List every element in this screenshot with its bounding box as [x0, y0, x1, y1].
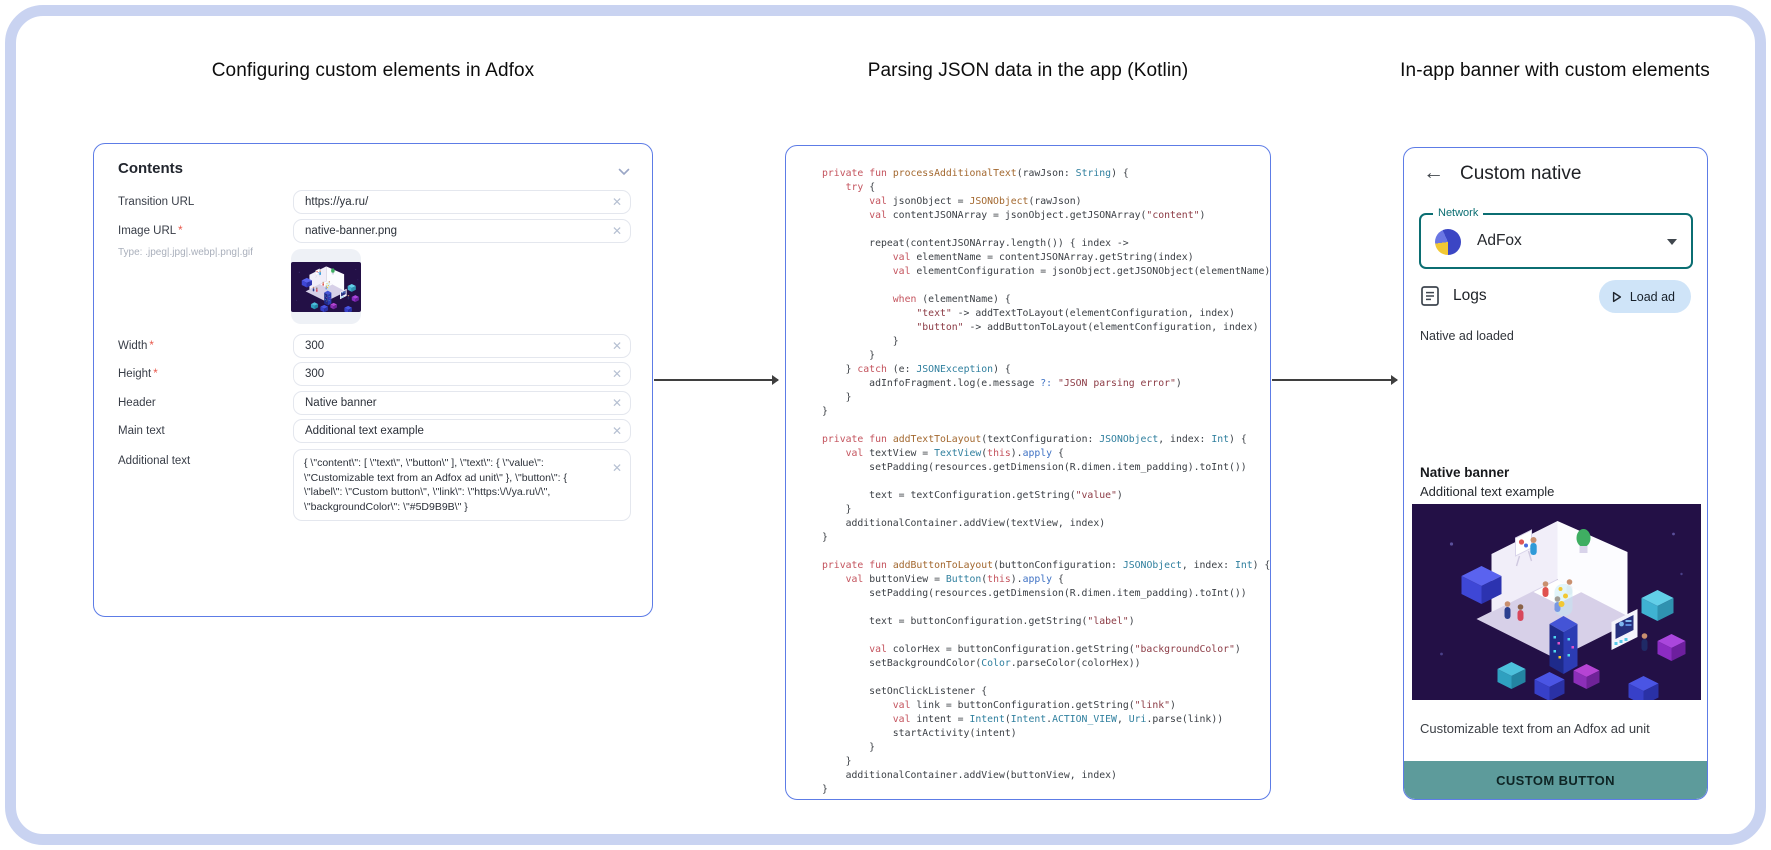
ad-header-text: Native banner — [1420, 465, 1510, 480]
clear-icon[interactable]: ✕ — [612, 340, 622, 352]
load-ad-button[interactable]: Load ad — [1598, 280, 1691, 313]
document-icon — [1421, 286, 1439, 311]
logs-section-title: Logs — [1453, 287, 1487, 304]
app-top-bar: ← Custom native — [1404, 148, 1707, 200]
additional-text-input[interactable]: { \"content\": [ \"text\", \"button\" ],… — [293, 449, 631, 521]
log-message: Native ad loaded — [1420, 329, 1514, 343]
flow-arrow-config-to-code — [654, 375, 779, 385]
network-selector[interactable]: Network AdFox — [1419, 207, 1693, 269]
width-label: Width * — [118, 340, 154, 352]
height-input[interactable]: 300 ✕ — [293, 362, 631, 386]
network-selector-label: Network — [1433, 207, 1484, 219]
image-url-label: Image URL * — [118, 225, 183, 237]
ad-additional-text: Customizable text from an Adfox ad unit — [1420, 721, 1650, 736]
ad-main-text: Additional text example — [1420, 484, 1555, 499]
clear-icon[interactable]: ✕ — [612, 225, 622, 237]
clear-icon[interactable]: ✕ — [612, 397, 622, 409]
network-selected-value: AdFox — [1477, 232, 1522, 249]
logs-row: Logs Load ad — [1404, 278, 1707, 314]
back-arrow-icon[interactable]: ← — [1423, 161, 1444, 185]
column-title-kotlin-parsing: Parsing JSON data in the app (Kotlin) — [867, 60, 1189, 81]
main-text-label: Main text — [118, 425, 165, 437]
dropdown-caret-icon[interactable] — [1667, 239, 1677, 250]
clear-icon[interactable]: ✕ — [612, 368, 622, 380]
column-title-inapp-banner: In-app banner with custom elements — [1400, 60, 1710, 81]
header-input[interactable]: Native banner ✕ — [293, 391, 631, 415]
height-label: Height * — [118, 368, 158, 380]
image-url-input[interactable]: native-banner.png ✕ — [293, 219, 631, 243]
clear-icon[interactable]: ✕ — [612, 425, 622, 437]
column-title-adfox-config: Configuring custom elements in Adfox — [211, 60, 535, 81]
flow-arrow-code-to-app — [1272, 375, 1398, 385]
kotlin-code-panel: private fun processAdditionalText(rawJso… — [785, 145, 1271, 800]
contents-section-title: Contents — [118, 160, 183, 177]
transition-url-input[interactable]: https://ya.ru/✕ — [293, 190, 631, 214]
additional-text-label: Additional text — [118, 455, 191, 467]
chevron-down-icon[interactable] — [618, 166, 630, 178]
width-input[interactable]: 300 ✕ — [293, 334, 631, 358]
image-preview-box — [291, 249, 361, 324]
adfox-logo-icon — [1435, 229, 1461, 255]
header-label: Header — [118, 397, 156, 409]
clear-icon[interactable]: ✕ — [612, 462, 622, 474]
main-text-input[interactable]: Additional text example ✕ — [293, 419, 631, 443]
adfox-config-panel: Contents Transition URL https://ya.ru/✕ … — [93, 143, 653, 617]
transition-url-label: Transition URL — [118, 196, 195, 208]
image-type-note: Type: .jpeg|.jpg|.webp|.png|.gif — [118, 247, 253, 258]
banner-illustration[interactable] — [1412, 504, 1701, 700]
app-preview-panel: ← Custom native Network AdFox Logs Load … — [1403, 147, 1708, 800]
custom-button[interactable]: CUSTOM BUTTON — [1404, 761, 1707, 799]
image-preview-thumbnail — [291, 262, 361, 312]
load-ad-button-label: Load ad — [1629, 289, 1675, 304]
app-screen-title: Custom native — [1460, 163, 1582, 184]
kotlin-code: private fun processAdditionalText(rawJso… — [822, 168, 1271, 795]
clear-icon[interactable]: ✕ — [612, 196, 622, 208]
play-icon — [1612, 291, 1621, 302]
